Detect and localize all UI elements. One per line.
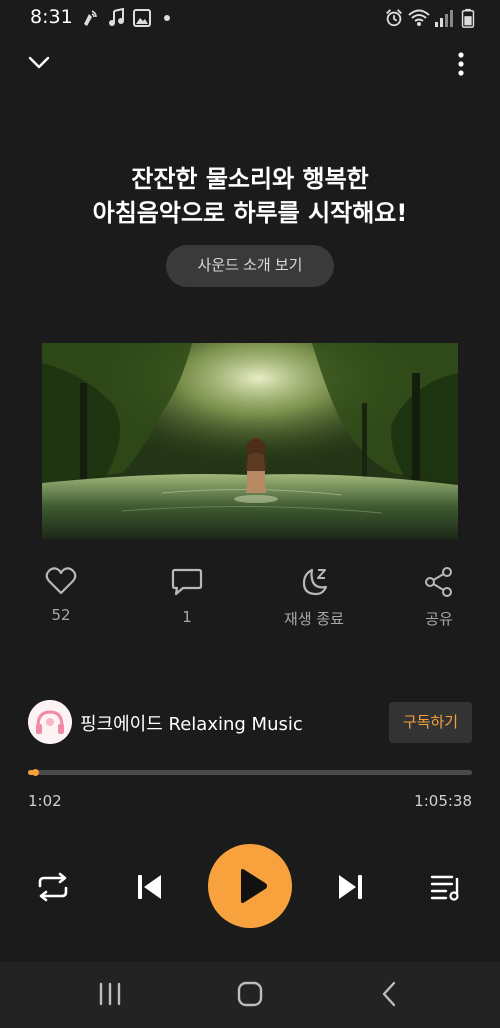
total-time: 1:05:38 [414, 792, 472, 810]
play-icon [241, 869, 267, 903]
comment-icon [171, 568, 203, 596]
headphones-logo-icon [28, 700, 72, 744]
player-screen: 8:31 잔잔한 물소리와 행복한 아침음악으로 하루를 시작해요! 사운드 소… [0, 0, 500, 1028]
heart-icon [45, 567, 77, 595]
current-time: 1:02 [28, 792, 62, 810]
sleep-timer-icon [302, 568, 328, 596]
track-title: 잔잔한 물소리와 행복한 아침음악으로 하루를 시작해요! [0, 162, 500, 230]
forest-stream-image [42, 343, 458, 539]
share-button[interactable]: 공유 [394, 566, 484, 629]
recent-apps-icon[interactable] [96, 980, 124, 1008]
share-label: 공유 [425, 610, 453, 628]
channel-name[interactable]: 핑크에이드 Relaxing Music [80, 710, 303, 736]
status-bar: 8:31 [0, 0, 500, 36]
channel-avatar[interactable] [28, 700, 72, 744]
wifi-icon [408, 9, 430, 26]
next-track-icon[interactable] [335, 872, 365, 902]
track-title-line1: 잔잔한 물소리와 행복한 [131, 165, 369, 193]
like-button[interactable]: 52 [16, 566, 106, 624]
signal-icon [435, 10, 453, 27]
play-button[interactable] [208, 844, 292, 928]
status-time: 8:31 [30, 6, 73, 28]
sleep-timer-button[interactable]: 재생 종료 [269, 566, 359, 629]
sound-intro-button[interactable]: 사운드 소개 보기 [166, 245, 334, 287]
dot-icon [164, 15, 170, 21]
playlist-icon[interactable] [430, 872, 464, 902]
alarm-icon [386, 9, 402, 27]
progress-thumb[interactable] [31, 769, 39, 776]
previous-track-icon[interactable] [135, 872, 165, 902]
chevron-down-icon[interactable] [28, 54, 50, 72]
progress-bar[interactable] [28, 769, 472, 776]
music-note-icon [109, 8, 124, 26]
battery-icon [461, 8, 475, 28]
share-icon [425, 567, 452, 597]
comment-count: 1 [182, 608, 192, 626]
more-vertical-icon[interactable] [454, 51, 468, 77]
system-nav-bar [0, 962, 500, 1028]
comment-button[interactable]: 1 [142, 566, 232, 626]
sleep-timer-label: 재생 종료 [284, 610, 344, 628]
subscribe-button[interactable]: 구독하기 [389, 702, 472, 743]
track-title-line2: 아침음악으로 하루를 시작해요! [92, 199, 408, 227]
repeat-icon[interactable] [36, 872, 70, 902]
back-icon[interactable] [376, 980, 404, 1008]
home-icon[interactable] [236, 980, 264, 1008]
track-artwork [42, 343, 458, 539]
image-icon [133, 9, 151, 27]
like-count: 52 [51, 606, 71, 624]
phone-wave-icon [84, 10, 97, 26]
